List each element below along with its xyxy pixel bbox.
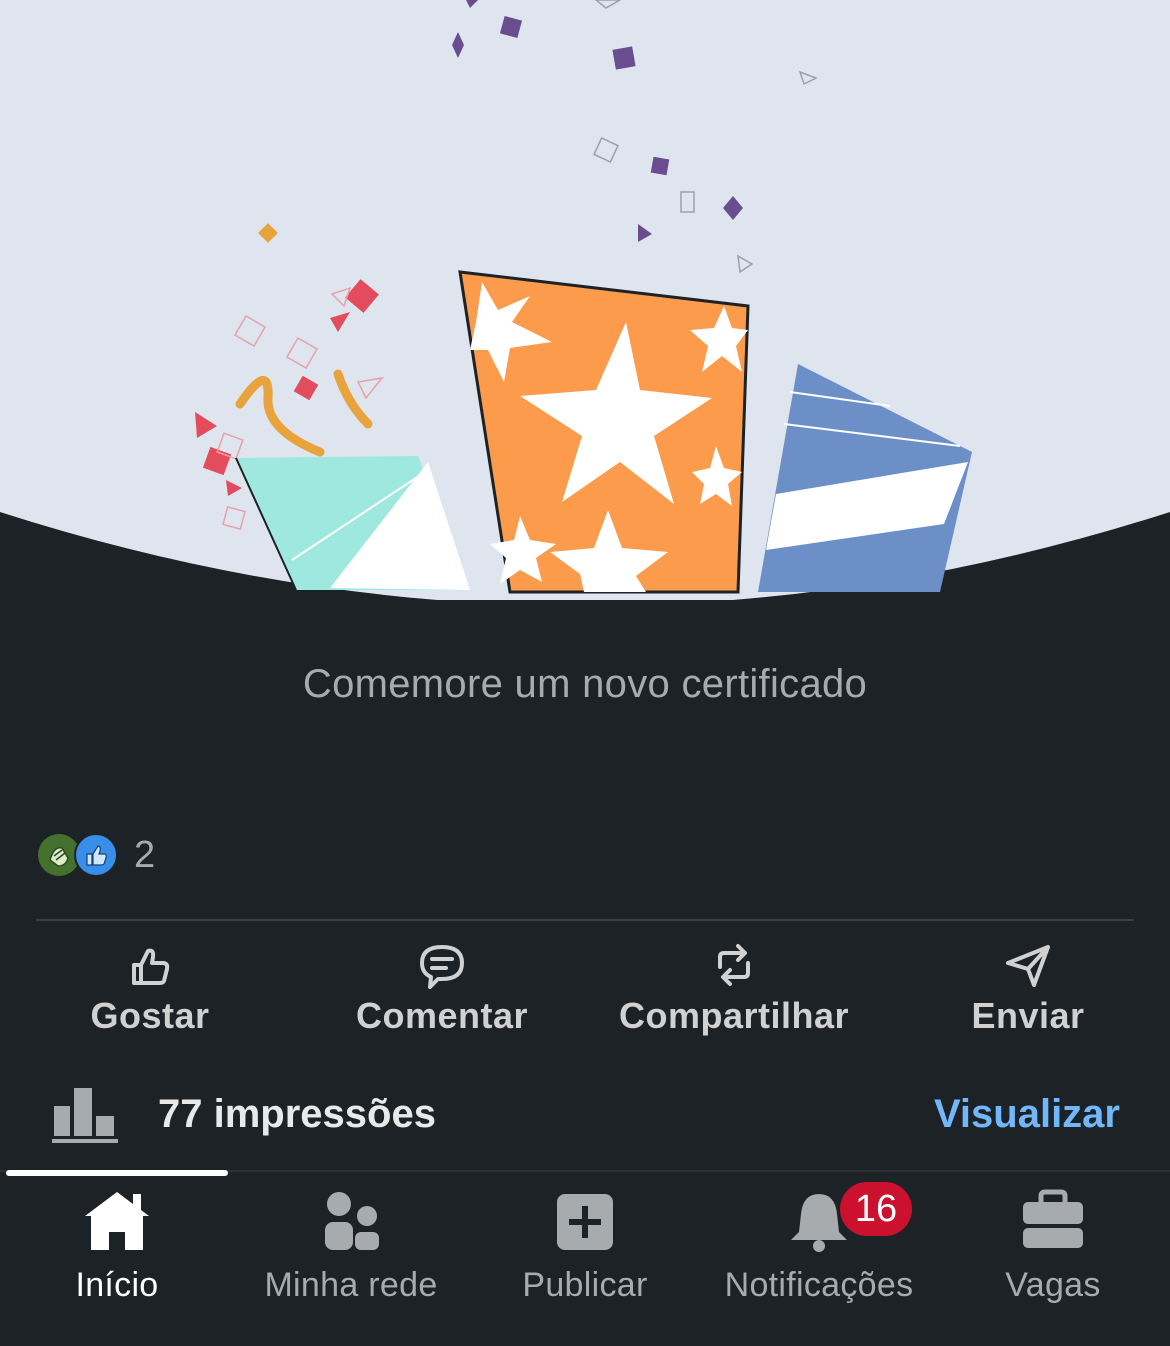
reactions-summary[interactable]: 2 bbox=[38, 832, 155, 878]
nav-item-home[interactable]: Início bbox=[0, 1172, 234, 1342]
divider bbox=[36, 919, 1134, 921]
comment-icon bbox=[418, 941, 466, 989]
app-screen: Comemore um novo certificado 2 Gostar Co… bbox=[0, 0, 1170, 1346]
plus-square-icon bbox=[549, 1186, 621, 1252]
nav-label-home: Início bbox=[75, 1266, 159, 1304]
send-icon bbox=[1004, 941, 1052, 989]
repost-button[interactable]: Compartilhar bbox=[612, 935, 856, 1045]
like-icon bbox=[74, 833, 118, 877]
nav-label-network: Minha rede bbox=[264, 1266, 438, 1304]
send-label: Enviar bbox=[971, 995, 1085, 1036]
briefcase-icon bbox=[1017, 1186, 1089, 1252]
impressions-count: 77 impressões bbox=[158, 1092, 436, 1136]
network-icon bbox=[315, 1186, 387, 1252]
repost-icon bbox=[710, 941, 758, 989]
notification-badge: 16 bbox=[840, 1182, 912, 1236]
send-button[interactable]: Enviar bbox=[950, 935, 1106, 1045]
post-caption: Comemore um novo certificado bbox=[302, 662, 868, 706]
like-label: Gostar bbox=[90, 995, 210, 1036]
nav-item-post[interactable]: Publicar bbox=[468, 1172, 702, 1342]
repost-label: Compartilhar bbox=[618, 995, 850, 1036]
bar-chart-icon bbox=[50, 1084, 120, 1149]
nav-item-network[interactable]: Minha rede bbox=[234, 1172, 468, 1342]
comment-button[interactable]: Comentar bbox=[342, 935, 542, 1045]
celebration-illustration bbox=[0, 0, 1170, 600]
bottom-nav: Início Minha rede Publicar Notificações … bbox=[0, 1170, 1170, 1346]
home-icon bbox=[81, 1186, 153, 1252]
impressions-row: 77 impressões Visualizar bbox=[0, 1080, 1170, 1152]
comment-label: Comentar bbox=[355, 995, 529, 1036]
view-analytics-link[interactable]: Visualizar bbox=[934, 1092, 1120, 1137]
nav-label-jobs: Vagas bbox=[1005, 1266, 1101, 1304]
reaction-count: 2 bbox=[134, 833, 156, 876]
nav-label-post: Publicar bbox=[522, 1266, 648, 1304]
nav-item-jobs[interactable]: Vagas bbox=[936, 1172, 1170, 1342]
thumbs-up-icon bbox=[126, 941, 174, 989]
like-button[interactable]: Gostar bbox=[60, 935, 240, 1045]
nav-label-notifications: Notificações bbox=[724, 1266, 914, 1304]
post-action-bar: Gostar Comentar Compartilhar Enviar bbox=[0, 935, 1170, 1045]
